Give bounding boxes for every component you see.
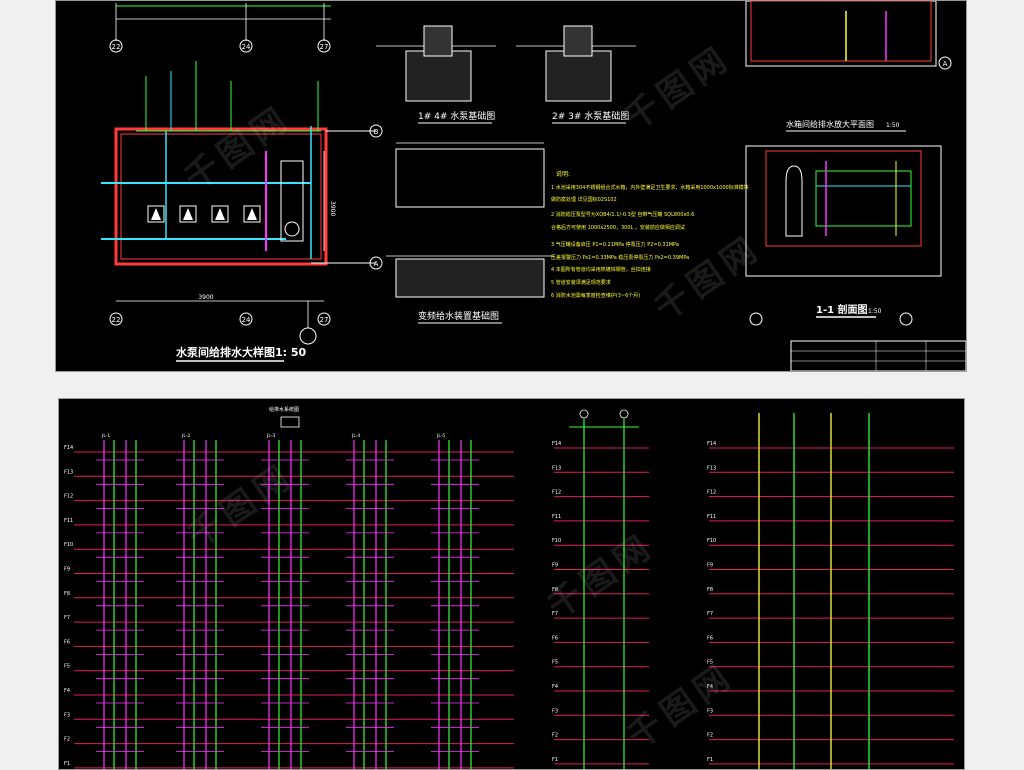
section-title: 1-1 剖面图	[816, 303, 868, 316]
foundation-1-title: 1# 4# 水泵基础图	[418, 110, 495, 122]
floor-label: F7	[707, 611, 713, 617]
floor-label: F12	[552, 490, 561, 496]
floor-label: F10	[707, 538, 716, 544]
floor-label: F12	[707, 490, 716, 496]
notes-heading: 说明:	[556, 170, 570, 178]
drawing-sheet-bottom: 给排水系统图 F14 F14 F14 F13 F13 F13 F12 F12 F12 F11 F11…	[58, 398, 965, 770]
riser-marker	[619, 409, 629, 419]
floor-label: F9	[64, 567, 70, 573]
axis-label: 24	[242, 43, 251, 51]
floor-label: F8	[552, 587, 558, 593]
pump-room-drawing: 22 24 27 B A 3900 3900 22 24 27 水泵间给排水大样…	[101, 1, 966, 371]
axis-label: 24	[242, 316, 251, 324]
floor-label: F1	[64, 761, 70, 767]
pump-icon	[179, 205, 197, 223]
note-line: 2 消防稳压泵型号为XQB4/1.1/-0.3型 自带气压罐 SQL800x0.…	[551, 211, 694, 218]
dimension-label: 3900	[198, 294, 213, 301]
floor-label: F6	[552, 635, 558, 641]
note-line: 6 消防水池需每季度检查维护(3~6个月)	[551, 292, 640, 299]
note-line: 4 本图所有管道均采用热镀锌钢管，丝扣连接	[551, 266, 651, 273]
floor-label: F2	[707, 733, 713, 739]
axis-label: 22	[112, 316, 121, 324]
note-line: 5 管道安装须满足规范要求	[551, 279, 611, 286]
floor-label: F5	[552, 660, 558, 666]
floor-label: F5	[64, 664, 70, 670]
riser-tag: JL-2	[181, 433, 190, 439]
floor-label: F13	[64, 469, 73, 475]
floor-label: F8	[64, 591, 70, 597]
axis-label: B	[374, 128, 379, 136]
drawing-sheet-top: 22 24 27 B A 3900 3900 22 24 27 水泵间给排水大样…	[55, 0, 967, 372]
tank-plan-title: 水箱间给排水放大平面图	[786, 119, 874, 129]
note-line: 合格后方可使用 1000x2500，300L 。安装前应做相应调试	[551, 224, 685, 231]
note-line: 压差报警压力 Ps1=0.33MPa 稳压泵停泵压力 Ps2=0.39MPa	[551, 254, 689, 261]
dimension-label: 3900	[329, 201, 336, 216]
floor-label: F14	[64, 445, 73, 451]
floor-label: F1	[707, 757, 713, 763]
floor-label: F5	[707, 660, 713, 666]
floor-label: F11	[64, 518, 73, 524]
floor-label: F14	[707, 441, 716, 447]
floor-label: F6	[64, 639, 70, 645]
floor-label: F2	[552, 733, 558, 739]
pump-icon	[147, 205, 165, 223]
floor-label: F9	[552, 563, 558, 569]
pump-room-plan-title: 水泵间给排水大样图1: 50	[176, 345, 307, 359]
note-line: 做防腐处理 详见国标02S102	[551, 196, 617, 203]
water-supply-system-diagram: 给排水系统图 F14 F14 F14 F13 F13 F13 F12 F12 F12 F11 F11…	[64, 406, 954, 769]
riser-tag: JL-5	[436, 433, 445, 439]
pump-icon	[211, 205, 229, 223]
floor-label: F4	[707, 684, 713, 690]
floor-label: F7	[64, 615, 70, 621]
floor-label: F11	[552, 514, 561, 520]
floor-label: F1	[552, 757, 558, 763]
floor-label: F9	[707, 563, 713, 569]
pump-icon	[243, 205, 261, 223]
axis-label: A	[943, 60, 948, 68]
floor-label: F3	[552, 708, 558, 714]
floor-label: F6	[707, 635, 713, 641]
floor-label: F8	[707, 587, 713, 593]
axis-label: 27	[320, 316, 329, 324]
foundation-2-title: 2# 3# 水泵基础图	[552, 110, 629, 122]
riser-marker	[579, 409, 589, 419]
axis-label: 27	[320, 43, 329, 51]
note-line: 1 水池采用304不锈钢组合式水箱，内外壁满足卫生要求，水箱采用1000x100…	[551, 184, 749, 191]
riser-tag: JL-4	[351, 433, 360, 439]
floor-label: F3	[707, 708, 713, 714]
floor-label: F13	[552, 465, 561, 471]
floor-label: F3	[64, 712, 70, 718]
tank-plan-scale: 1:50	[886, 122, 900, 129]
section-scale: 1:50	[868, 308, 882, 315]
axis-label: 22	[112, 43, 121, 51]
floor-label: F4	[64, 688, 70, 694]
system-title: 给排水系统图	[269, 406, 299, 413]
floor-label: F10	[552, 538, 561, 544]
note-line: 3 气压罐设备启压 P1=0.21MPa 停泵压力 P2=0.31MPa	[551, 241, 679, 248]
floor-label: F11	[707, 514, 716, 520]
riser-tag: JL-3	[266, 433, 275, 439]
axis-label: A	[374, 260, 379, 268]
floor-label: F10	[64, 542, 73, 548]
riser-tag: JL-1	[101, 433, 110, 439]
floor-label: F2	[64, 737, 70, 743]
variable-freq-title: 变频给水装置基础图	[418, 310, 499, 322]
floor-label: F13	[707, 465, 716, 471]
floor-label: F12	[64, 494, 73, 500]
floor-label: F14	[552, 441, 561, 447]
floor-label: F7	[552, 611, 558, 617]
floor-label: F4	[552, 684, 558, 690]
